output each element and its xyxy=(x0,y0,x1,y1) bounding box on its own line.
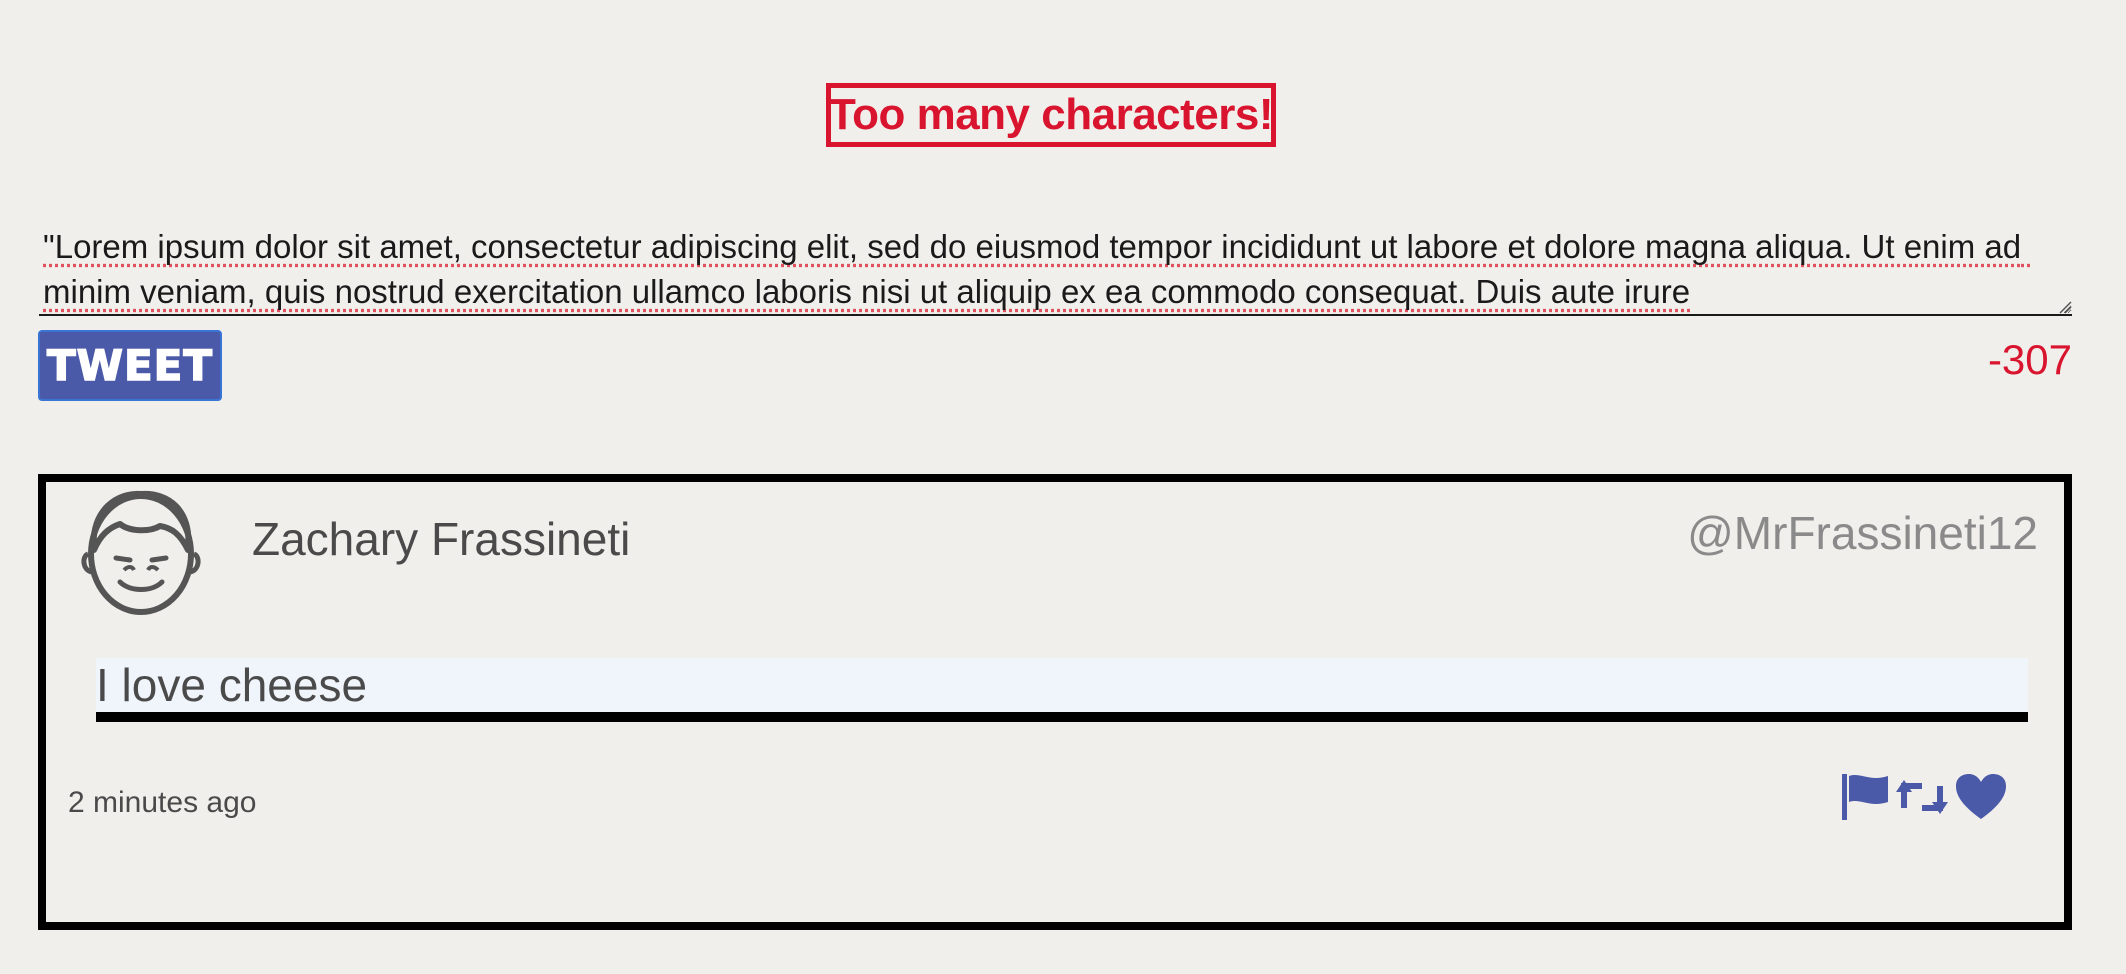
compose-textarea[interactable]: "Lorem ipsum dolor sit amet, consectetur… xyxy=(39,220,2072,316)
tweet-body: I love cheese xyxy=(96,658,2028,722)
character-count: -307 xyxy=(1987,336,2072,383)
error-message: Too many characters! xyxy=(829,90,1274,139)
author-name: Zachary Frassineti xyxy=(252,513,631,565)
resize-grip-icon[interactable] xyxy=(2058,300,2072,314)
page: Too many characters! "Lorem ipsum dolor … xyxy=(0,0,2126,974)
tweet-actions xyxy=(1840,772,2008,822)
heart-icon[interactable] xyxy=(1954,772,2008,822)
retweet-icon[interactable] xyxy=(1894,772,1950,822)
timestamp: 2 minutes ago xyxy=(68,786,257,819)
error-banner: Too many characters! xyxy=(826,83,1276,147)
tweet-card: Zachary Frassineti @MrFrassineti12 I lov… xyxy=(38,474,2072,930)
face-avatar-icon xyxy=(81,490,201,615)
flag-icon[interactable] xyxy=(1840,772,1890,822)
author-handle[interactable]: @MrFrassineti12 xyxy=(1687,506,2038,560)
tweet-button[interactable]: TWEET xyxy=(38,330,222,401)
